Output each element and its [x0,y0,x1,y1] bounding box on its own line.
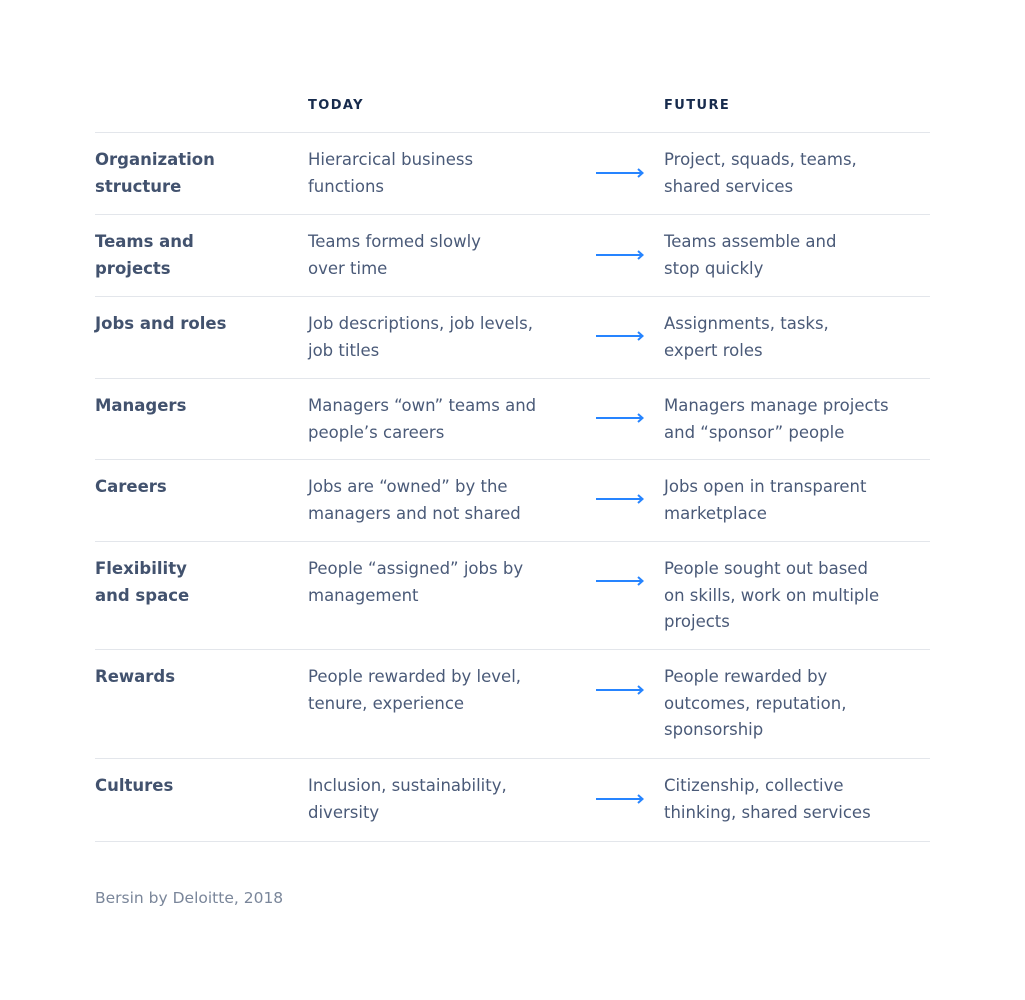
right-arrow-icon [595,330,645,342]
future-cell: People rewarded by outcomes, reputation,… [664,667,847,739]
today-cell: Managers “own” teams and people’s career… [308,396,537,442]
column-header-future: FUTURE [664,98,731,113]
table-row: Organization structure Hierarcical busin… [95,133,930,215]
future-cell: People sought out based on skills, work … [664,559,880,631]
table-row: Flexibility and space People “assigned” … [95,542,930,650]
right-arrow-icon [595,793,645,805]
table-row: Managers Managers “own” teams and people… [95,379,930,460]
right-arrow-icon [595,412,645,424]
row-label: Managers [95,396,187,415]
right-arrow-icon [595,493,645,505]
table-row: Careers Jobs are “owned” by the managers… [95,460,930,542]
row-label: Jobs and roles [95,314,227,333]
future-cell: Jobs open in transparent marketplace [664,477,867,523]
row-label: Careers [95,477,167,496]
today-cell: Hierarcical business functions [308,150,474,196]
today-cell: People rewarded by level, tenure, experi… [308,667,522,713]
source-citation: Bersin by Deloitte, 2018 [95,889,284,907]
comparison-table: TODAY FUTURE Organization structure Hier… [95,96,930,842]
future-cell: Project, squads, teams, shared services [664,150,857,196]
today-cell: Teams formed slowly over time [308,232,481,278]
table-row: Jobs and roles Job descriptions, job lev… [95,297,930,379]
right-arrow-icon [595,167,645,179]
row-label: Rewards [95,667,176,686]
right-arrow-icon [595,575,645,587]
today-cell: Jobs are “owned” by the managers and not… [308,477,521,523]
today-cell: Job descriptions, job levels, job titles [308,314,533,360]
row-label: Cultures [95,776,174,795]
row-label: Teams and projects [95,232,194,278]
future-cell: Assignments, tasks, expert roles [664,314,829,360]
table-header: TODAY FUTURE [95,96,930,133]
right-arrow-icon [595,249,645,261]
right-arrow-icon [595,684,645,696]
today-cell: People “assigned” jobs by management [308,559,524,605]
future-cell: Citizenship, collective thinking, shared… [664,776,871,822]
table-row: Rewards People rewarded by level, tenure… [95,650,930,759]
table-row: Cultures Inclusion, sustainability, dive… [95,759,930,842]
table-row: Teams and projects Teams formed slowly o… [95,215,930,297]
column-header-today: TODAY [308,98,364,113]
future-cell: Teams assemble and stop quickly [664,232,837,278]
row-label: Organization structure [95,150,215,196]
row-label: Flexibility and space [95,559,190,605]
future-cell: Managers manage projects and “sponsor” p… [664,396,889,442]
today-cell: Inclusion, sustainability, diversity [308,776,507,822]
